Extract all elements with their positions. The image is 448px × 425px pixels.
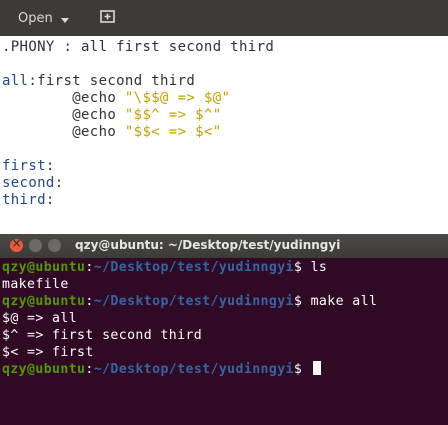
terminal-window: qzy@ubuntu: ~/Desktop/test/yudinngyi qzy…: [0, 234, 448, 425]
code-line: @echo "\$$@ => $@": [2, 90, 230, 107]
code-line: @echo "$$< => $<": [2, 124, 221, 141]
code-token: "\$$@ => $@": [124, 90, 231, 106]
prompt-separator: :: [85, 294, 94, 309]
code-line: .PHONY : all first second third: [2, 39, 274, 56]
new-window-icon[interactable]: [100, 10, 115, 23]
code-token: all: [2, 73, 29, 89]
terminal-prompt-line: qzy@ubuntu:~/Desktop/test/yudinngyi$: [2, 361, 321, 378]
terminal-body[interactable]: qzy@ubuntu:~/Desktop/test/yudinngyi$ ls m…: [0, 258, 448, 425]
prompt-symbol: $: [293, 362, 311, 377]
terminal-output-line: $^ => first second third: [2, 328, 203, 343]
code-line: @echo "$$^ => $^": [2, 107, 221, 124]
terminal-output-line: $< => first: [2, 345, 94, 360]
text-editor[interactable]: .PHONY : all first second third all:first…: [0, 36, 448, 234]
prompt-symbol: $: [293, 294, 311, 309]
chevron-down-icon: [60, 17, 69, 23]
terminal-output-line: $@ => all: [2, 311, 78, 326]
code-line: third:: [2, 192, 55, 209]
terminal-output-line: makefile: [2, 277, 69, 292]
code-token: :: [45, 192, 55, 208]
code-token: :first second third: [28, 73, 196, 89]
code-token: first: [2, 158, 46, 174]
prompt-user: qzy@ubuntu: [2, 260, 86, 275]
prompt-separator: :: [85, 362, 94, 377]
open-button-label: Open: [18, 11, 53, 26]
maximize-icon[interactable]: [48, 239, 61, 252]
minimize-icon[interactable]: [29, 239, 42, 252]
code-line: second:: [2, 175, 63, 192]
terminal-titlebar: qzy@ubuntu: ~/Desktop/test/yudinngyi: [0, 234, 448, 258]
code-token: @echo: [2, 107, 125, 123]
prompt-user: qzy@ubuntu: [2, 362, 86, 377]
code-token: @echo: [2, 90, 125, 106]
code-token: :: [54, 175, 64, 191]
code-token: @echo: [2, 124, 125, 140]
code-token: "$$< => $<": [124, 124, 222, 140]
terminal-prompt-line: qzy@ubuntu:~/Desktop/test/yudinngyi$ mak…: [2, 293, 377, 310]
terminal-command: ls: [310, 260, 328, 275]
code-line: first:: [2, 158, 55, 175]
editor-headerbar: Open: [0, 0, 448, 36]
terminal-prompt-line: qzy@ubuntu:~/Desktop/test/yudinngyi$ ls: [2, 259, 327, 276]
prompt-separator: :: [85, 260, 94, 275]
code-token: :: [45, 158, 55, 174]
prompt-user: qzy@ubuntu: [2, 294, 86, 309]
code-line: all:first second third: [2, 73, 195, 90]
prompt-path: ~/Desktop/test/yudinngyi: [93, 260, 294, 275]
open-button[interactable]: Open: [8, 8, 79, 30]
code-token: third: [2, 192, 46, 208]
code-token: second: [2, 175, 55, 191]
terminal-title: qzy@ubuntu: ~/Desktop/test/yudinngyi: [75, 238, 341, 252]
terminal-command: make all: [310, 294, 378, 309]
close-icon[interactable]: [10, 236, 23, 252]
prompt-path: ~/Desktop/test/yudinngyi: [93, 362, 294, 377]
prompt-path: ~/Desktop/test/yudinngyi: [93, 294, 294, 309]
code-token: "$$^ => $^": [124, 107, 222, 123]
prompt-symbol: $: [293, 260, 311, 275]
code-token: .PHONY : all first second third: [2, 39, 275, 55]
terminal-cursor: [312, 361, 321, 375]
